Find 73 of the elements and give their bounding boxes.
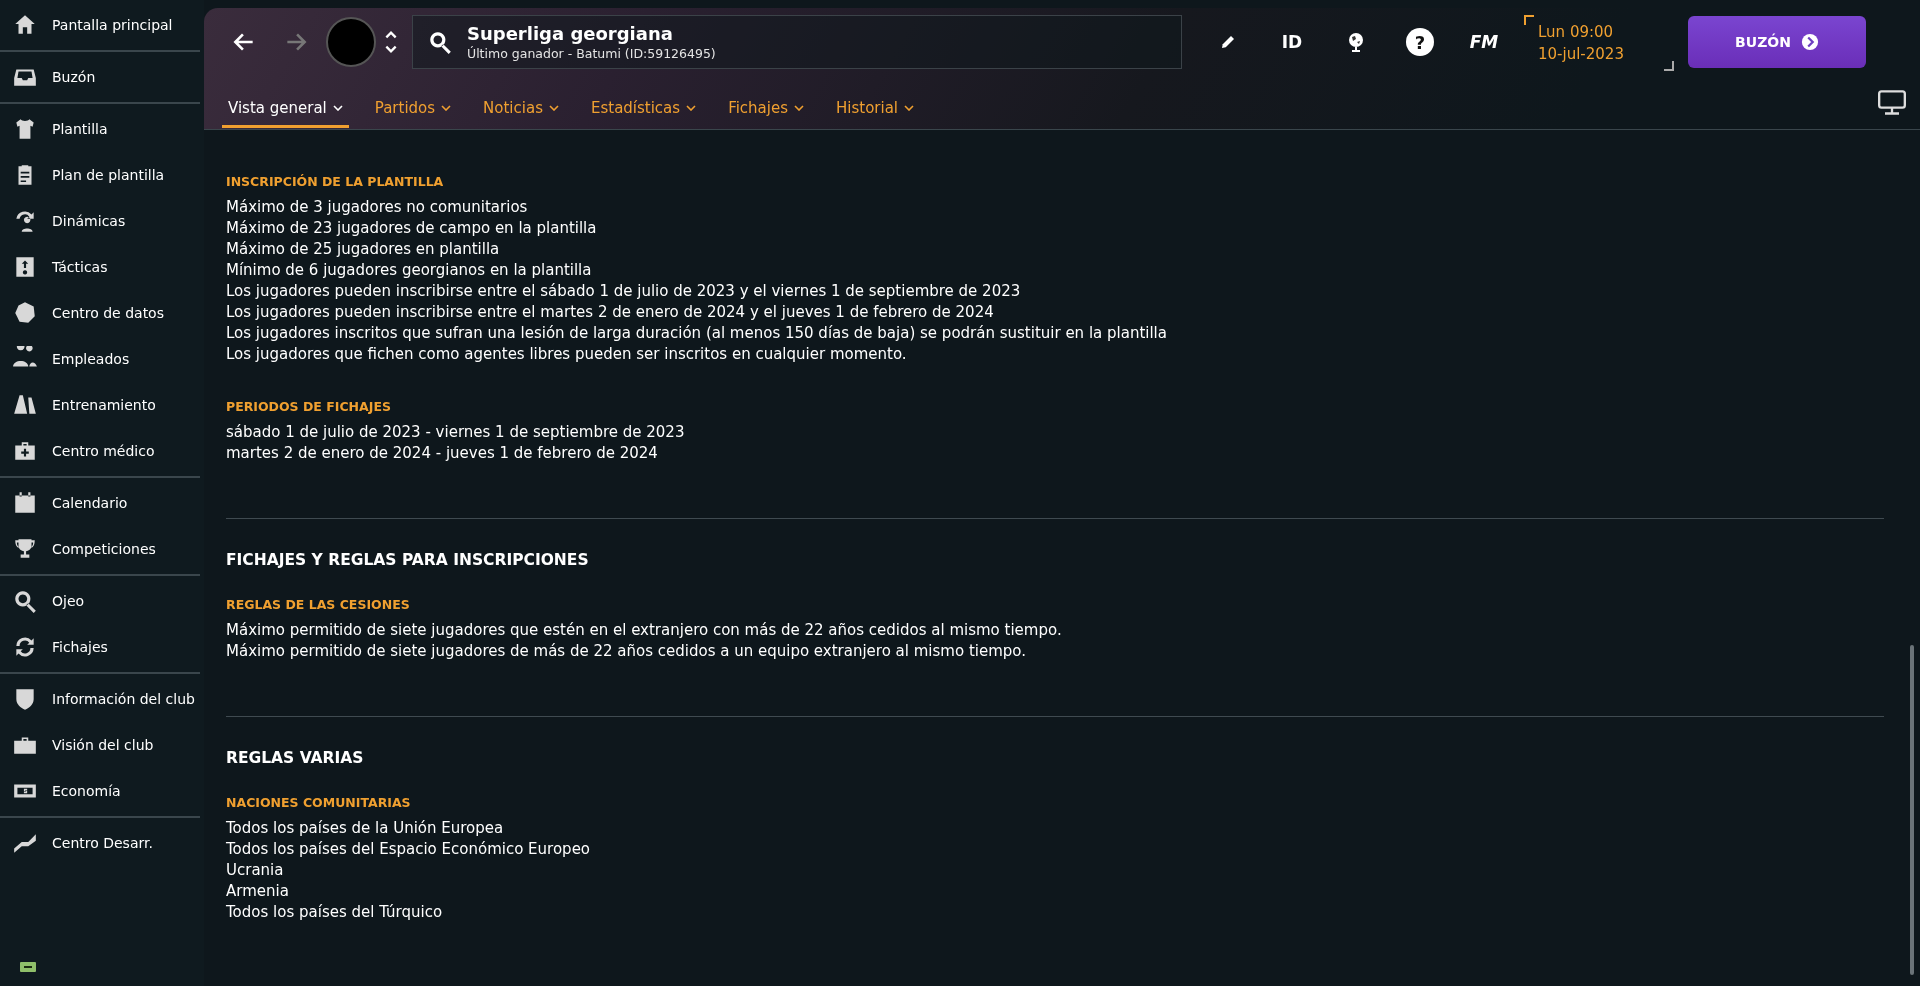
rule-text: Los jugadores que fichen como agentes libres pueden ser inscritos en cualquier momento. [226,344,908,365]
rule-text: Armenia [226,881,290,902]
calendar-icon [12,490,38,516]
sidebar-item[interactable]: Buzón [0,54,200,100]
block-heading: INSCRIPCIÓN DE LA PLANTILLA [226,174,445,189]
sidebar-item[interactable]: Empleados [0,336,200,382]
chevron-down-icon [794,105,804,111]
game-date: 10-jul-2023 [1538,44,1625,65]
search-icon [427,29,453,55]
arrow-circle-icon [1800,33,1819,51]
id-button[interactable]: ID [1266,22,1318,62]
help-button[interactable]: ? [1406,28,1434,56]
rule-text: Máximo de 23 jugadores de campo en la plantilla [226,218,598,239]
rule-text: Todos los países del Túrquico [226,902,444,923]
scrollbar[interactable] [1910,645,1914,975]
sidebar-item[interactable]: Plan de plantilla [0,152,200,198]
tab[interactable]: Noticias [477,99,565,128]
rule-text: Mínimo de 6 jugadores georgianos en la plantilla [226,260,593,281]
sidebar-item[interactable]: Economía [0,768,200,814]
sidebar-item[interactable]: Visión del club [0,722,200,768]
block-heading: REGLAS DE LAS CESIONES [226,597,411,612]
tab[interactable]: Historial [830,99,921,128]
mailbox-button[interactable]: BUZÓN [1688,16,1866,68]
chevron-down-icon [441,105,452,111]
search-icon [12,588,38,614]
sidebar-item[interactable]: Pantalla principal [0,2,200,48]
sidebar-item[interactable]: Centro de datos [0,290,200,336]
sidebar-item[interactable]: Centro médico [0,428,200,474]
chevron-down-icon [548,105,559,111]
rule-text: Máximo permitido de siete jugadores de más de 22 años cedidos a un equipo extranjero al mismo tiempo. [226,641,1027,662]
sidebar-item[interactable]: Tácticas [0,244,200,290]
polygon-icon [12,300,38,326]
sidebar-item[interactable]: Información del club [0,676,200,722]
tab[interactable]: Estadísticas [584,99,703,128]
sidebar-item[interactable]: Competiciones [0,526,200,572]
rule-text: Todos los países del Espacio Económico Europeo [226,839,592,860]
rule-text: Máximo permitido de siete jugadores que estén en el extranjero con más de 22 años cedidos al mismo tiempo. [226,620,1063,641]
rule-text: Máximo de 3 jugadores no comunitarios [226,197,529,218]
tab[interactable]: Fichajes [722,99,810,128]
section-title: FICHAJES Y REGLAS PARA INSCRIPCIONES [226,551,590,569]
sidebar-item[interactable]: Dinámicas [0,198,200,244]
fm-button[interactable]: FM [1458,22,1510,62]
search-field[interactable]: Superliga georgiana Último ganador - Batumi (ID:59126495) [412,15,1182,69]
chevron-down-icon [904,105,915,111]
chevron-down-icon [686,105,697,111]
competition-logo [326,17,376,67]
sidebar-item[interactable]: Fichajes [0,624,200,670]
page-subtitle: Último ganador - Batumi (ID:59126495) [467,46,716,61]
rule-text: Los jugadores pueden inscribirse entre el sábado 1 de julio de 2023 y el viernes 1 de septiembre de 2023 [226,281,1022,302]
date-panel[interactable]: Lun 09:00 10-jul-2023 [1524,13,1674,71]
block-heading: NACIONES COMUNITARIAS [226,795,412,810]
tab[interactable]: Partidos [368,99,458,128]
rule-text: martes 2 de enero de 2024 - jueves 1 de febrero de 2024 [226,443,659,464]
rule-text: Máximo de 25 jugadores en plantilla [226,239,501,260]
page-title: Superliga georgiana [467,23,674,44]
sidebar-item[interactable]: Plantilla [0,106,200,152]
battery-icon [20,962,36,972]
rule-text: sábado 1 de julio de 2023 - viernes 1 de septiembre de 2023 [226,422,686,443]
chevron-down-icon [332,105,343,111]
sidebar-item[interactable]: Ojeo [0,578,200,624]
sidebar-item[interactable]: Calendario [0,480,200,526]
sidebar-item[interactable]: Entrenamiento [0,382,200,428]
rule-text: Los jugadores inscritos que sufran una lesión de larga duración (al menos 150 días de baja) se podrán sustituir en la plantilla [226,323,1168,344]
rule-text: Los jugadores pueden inscribirse entre el martes 2 de enero de 2024 y el jueves 1 de febrero de 2024 [226,302,995,323]
pencil-icon [1219,33,1237,51]
sidebar-item[interactable]: Centro Desarr. [0,820,200,866]
monitor-icon[interactable] [1878,90,1906,116]
section-title: REGLAS VARIAS [226,749,365,767]
tab[interactable]: Vista general [222,99,349,128]
block-heading: PERIODOS DE FICHAJES [226,399,392,414]
rule-text: Todos los países de la Unión Europea [226,818,505,839]
rule-text: Ucrania [226,860,285,881]
day-time: Lun 09:00 [1538,22,1615,43]
